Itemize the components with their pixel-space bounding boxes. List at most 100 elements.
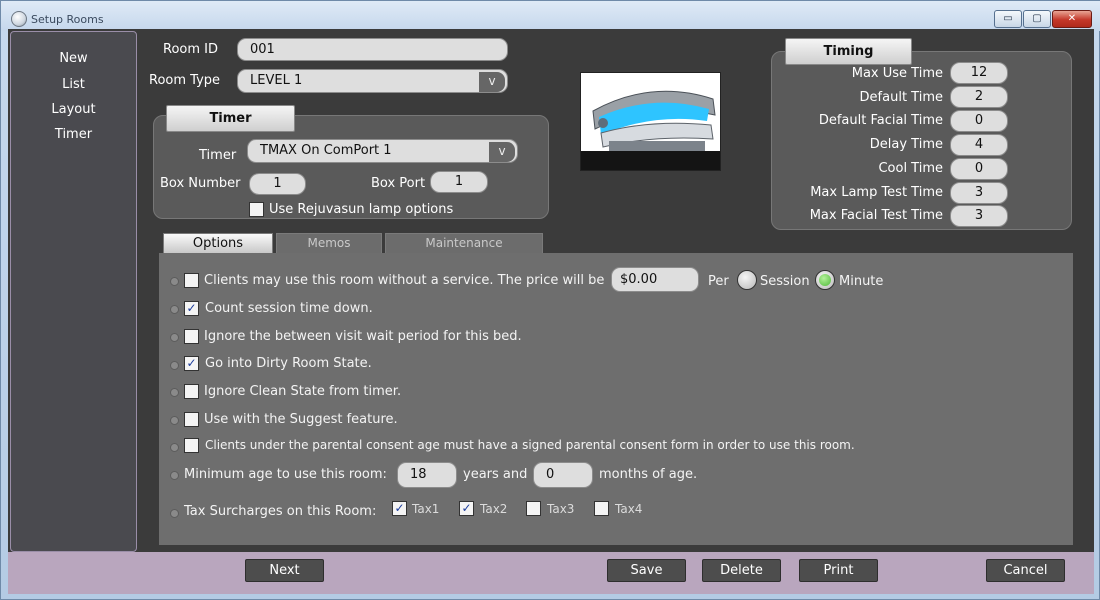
sidebar-item-list[interactable]: List [11,77,136,92]
timer-label: Timer [199,148,237,163]
months-of-age-label: months of age. [599,467,698,482]
timing-input-default[interactable]: 2 [950,86,1008,108]
option-bullet [170,305,179,314]
rejuvasun-label: Use Rejuvasun lamp options [269,202,454,217]
maximize-button[interactable]: ▢ [1023,10,1051,28]
options-panel: Clients may use this room without a serv… [159,253,1073,545]
count-down-checkbox[interactable]: ✓ [184,301,199,316]
timing-input-max-use[interactable]: 12 [950,62,1008,84]
room-type-select[interactable]: LEVEL 1 v [237,69,508,93]
suggest-label: Use with the Suggest feature. [204,412,398,427]
tax2-checkbox[interactable]: ✓ [459,501,474,516]
rejuvasun-checkbox[interactable] [249,202,264,217]
box-port-input[interactable]: 1 [430,171,488,193]
min-age-years-input[interactable]: 18 [397,462,457,488]
box-port-label: Box Port [371,176,426,191]
ignore-wait-checkbox[interactable] [184,329,199,344]
room-type-dropdown-button[interactable]: v [479,72,505,92]
price-input[interactable]: $0.00 [611,267,699,292]
save-button[interactable]: Save [607,559,686,582]
window-title: Setup Rooms [31,13,104,26]
years-and-label: years and [463,467,528,482]
tax-surcharges-label: Tax Surcharges on this Room: [184,504,377,519]
ignore-clean-checkbox[interactable] [184,384,199,399]
box-number-label: Box Number [160,176,241,191]
option-bullet [170,471,179,480]
minute-radio[interactable] [815,270,835,290]
tanning-bed-illustration [581,73,720,170]
no-service-label: Clients may use this room without a serv… [204,273,605,288]
parental-checkbox[interactable] [184,438,199,453]
tab-options[interactable]: Options [163,233,273,253]
tax1-checkbox[interactable]: ✓ [392,501,407,516]
tax4-label: Tax4 [615,502,643,516]
timing-label-default: Default Time [859,90,943,105]
cancel-button[interactable]: Cancel [986,559,1065,582]
timing-input-cool[interactable]: 0 [950,158,1008,180]
timing-label-default-facial: Default Facial Time [818,113,943,128]
tax1-label: Tax1 [412,502,440,516]
minute-label: Minute [839,274,884,289]
tab-memos[interactable]: Memos [276,233,382,253]
print-button[interactable]: Print [799,559,878,582]
timing-label-delay: Delay Time [869,137,943,152]
room-type-value: LEVEL 1 [250,73,303,88]
min-age-label: Minimum age to use this room: [184,467,387,482]
timing-input-delay[interactable]: 4 [950,134,1008,156]
option-bullet [170,333,179,342]
timer-value: TMAX On ComPort 1 [260,143,392,158]
room-type-label: Room Type [149,73,221,88]
next-button[interactable]: Next [245,559,324,582]
sidebar: New List Layout Timer [10,31,137,552]
app-icon [11,11,27,27]
tax3-label: Tax3 [547,502,575,516]
client-area: New List Layout Timer Room ID 001 Room T… [8,29,1094,594]
timing-label-cool: Cool Time [878,161,943,176]
room-id-input[interactable]: 001 [237,38,508,61]
setup-rooms-window: Setup Rooms ▭ ▢ ✕ New List Layout Timer … [0,0,1100,600]
tanning-bed-image [580,72,721,171]
close-button[interactable]: ✕ [1052,10,1092,28]
minimize-button[interactable]: ▭ [994,10,1022,28]
min-age-months-input[interactable]: 0 [533,462,593,488]
box-number-input[interactable]: 1 [249,173,306,195]
timing-group-title: Timing [785,38,912,65]
tax2-label: Tax2 [480,502,508,516]
option-bullet [170,509,179,518]
ignore-wait-label: Ignore the between visit wait period for… [204,329,522,344]
delete-button[interactable]: Delete [702,559,781,582]
session-radio[interactable] [737,270,757,290]
no-service-checkbox[interactable] [184,273,199,288]
tax3-checkbox[interactable] [526,501,541,516]
tab-maintenance[interactable]: Maintenance [385,233,543,253]
session-label: Session [760,274,810,289]
option-bullet [170,388,179,397]
sidebar-item-timer[interactable]: Timer [11,127,136,142]
timer-dropdown-button[interactable]: v [489,142,515,162]
timer-select[interactable]: TMAX On ComPort 1 v [247,139,518,163]
option-bullet [170,416,179,425]
suggest-checkbox[interactable] [184,412,199,427]
footer-bar: Next Save Delete Print Cancel [8,552,1094,594]
option-bullet [170,361,179,370]
tax4-checkbox[interactable] [594,501,609,516]
timing-input-default-facial[interactable]: 0 [950,110,1008,132]
timing-input-max-lamp-test[interactable]: 3 [950,182,1008,204]
sidebar-item-layout[interactable]: Layout [11,102,136,117]
parental-label: Clients under the parental consent age m… [205,438,855,452]
title-bar: Setup Rooms ▭ ▢ ✕ [1,1,1100,31]
option-bullet [170,443,179,452]
per-label: Per [708,274,729,289]
timer-group-title: Timer [166,105,295,132]
dirty-state-label: Go into Dirty Room State. [205,356,372,371]
timing-label-max-lamp-test: Max Lamp Test Time [810,185,943,200]
timing-group: Max Use Time 12 Default Time 2 Default F… [771,51,1072,230]
count-down-label: Count session time down. [205,301,373,316]
option-bullet [170,277,179,286]
sidebar-item-new[interactable]: New [11,51,136,66]
dirty-state-checkbox[interactable]: ✓ [184,356,199,371]
timing-label-max-use: Max Use Time [851,66,943,81]
timing-input-max-facial-test[interactable]: 3 [950,205,1008,227]
timing-label-max-facial-test: Max Facial Test Time [809,208,943,223]
room-id-label: Room ID [163,42,218,57]
